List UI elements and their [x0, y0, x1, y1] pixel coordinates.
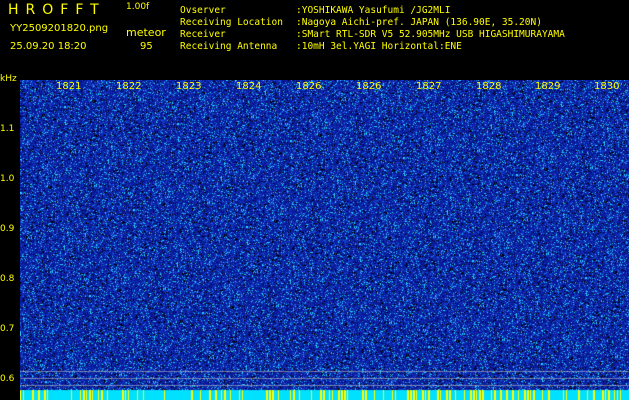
- y-tick-label: 0.6: [0, 374, 15, 384]
- observer-value: :YOSHIKAWA Yasufumi /JG2MLI: [296, 5, 451, 16]
- x-tick-label: 1826: [356, 81, 382, 92]
- observer-label: Ovserver: [180, 5, 226, 16]
- x-tick-label: 1823: [176, 81, 202, 92]
- antenna-label: Receiving Antenna: [180, 41, 278, 52]
- x-tick-label: 1829: [535, 81, 561, 92]
- x-tick-label: 1826: [296, 81, 322, 92]
- header-panel: HROFFT 1.00f YY2509201820.png 25.09.20 1…: [0, 0, 629, 76]
- spectrogram-canvas: [20, 80, 629, 400]
- y-unit-label: kHz: [0, 74, 17, 84]
- y-tick-label: 1.1: [0, 124, 15, 134]
- y-tick-label: 0.8: [0, 274, 15, 284]
- y-tick-label: 0.7: [0, 324, 15, 334]
- x-tick-label: 1824: [236, 81, 262, 92]
- capture-datetime: 25.09.20 18:20: [10, 41, 87, 52]
- location-value: :Nagoya Aichi-pref. JAPAN (136.90E, 35.2…: [296, 17, 542, 28]
- app-version: 1.00f: [126, 2, 150, 12]
- location-label: Receiving Location: [180, 17, 283, 28]
- image-filename: YY2509201820.png: [10, 23, 109, 34]
- x-tick-label: 1827: [416, 81, 442, 92]
- y-tick-label: 1.0: [0, 174, 15, 184]
- x-tick-label: 1828: [476, 81, 502, 92]
- receiver-label: Receiver: [180, 29, 226, 40]
- x-tick-label: 1821: [56, 81, 82, 92]
- x-tick-label: 1822: [116, 81, 142, 92]
- meteor-count: 95: [140, 41, 153, 52]
- y-tick-label: 0.9: [0, 224, 15, 234]
- meteor-label: meteor: [126, 26, 166, 39]
- antenna-value: :10mH 3el.YAGI Horizontal:ENE: [296, 41, 462, 52]
- app-brand: HROFFT: [8, 2, 106, 18]
- x-tick-label: 1830: [594, 81, 620, 92]
- receiver-value: :SMart RTL-SDR V5 52.905MHz USB HIGASHIM…: [296, 29, 565, 40]
